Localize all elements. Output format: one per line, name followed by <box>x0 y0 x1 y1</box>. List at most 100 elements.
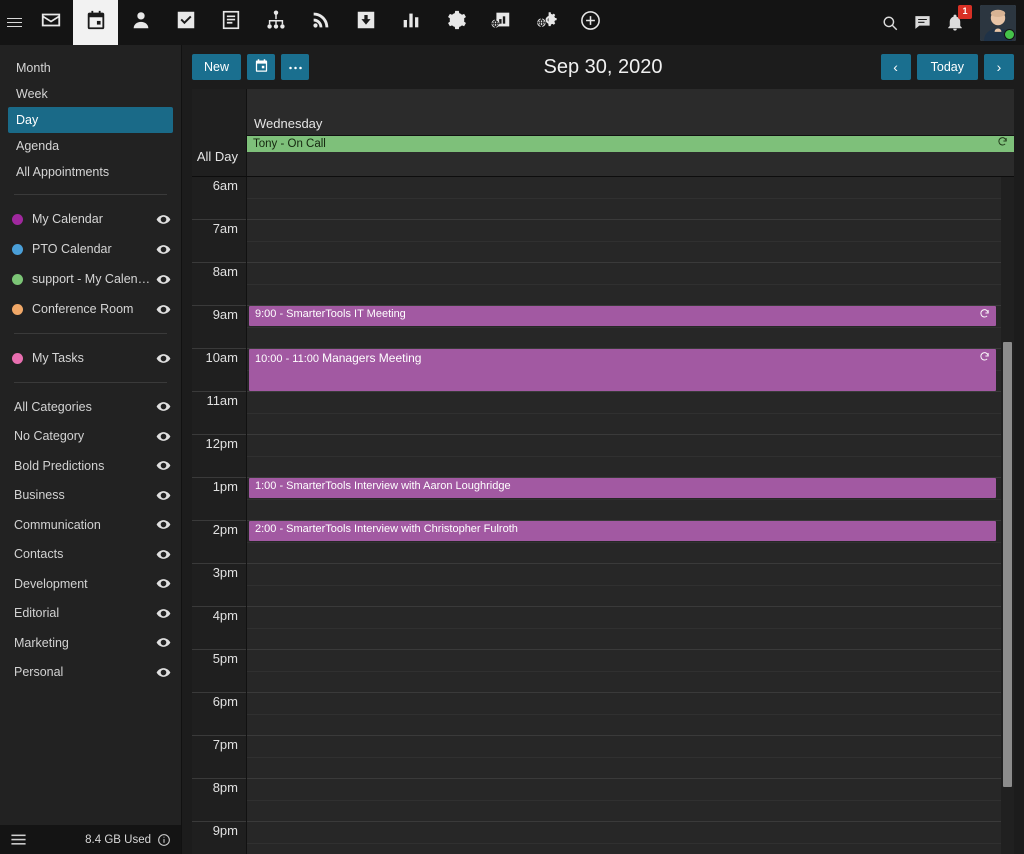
calendar-toolbar: New Sep 30, 2020 ‹ Today <box>182 45 1024 89</box>
previous-day-button[interactable]: ‹ <box>881 54 911 80</box>
chat-icon[interactable] <box>913 13 932 32</box>
hour-slot[interactable] <box>247 736 1014 779</box>
calendar-label: PTO Calendar <box>32 242 156 256</box>
visibility-eye-icon[interactable] <box>156 272 171 287</box>
nav-item-web-settings[interactable] <box>523 0 568 45</box>
sidebar-item-month[interactable]: Month <box>8 55 173 81</box>
nav-item-add-new[interactable] <box>568 0 613 45</box>
hour-slot[interactable] <box>247 607 1014 650</box>
visibility-eye-icon[interactable] <box>156 635 171 650</box>
event-title: Tony - On Call <box>253 136 993 152</box>
day-column[interactable]: 9:00 - SmarterTools IT Meeting 10:00 - 1… <box>247 177 1014 854</box>
hour-slot[interactable] <box>247 263 1014 306</box>
search-icon[interactable] <box>881 14 899 32</box>
visibility-eye-icon[interactable] <box>156 606 171 621</box>
nav-item-settings[interactable] <box>433 0 478 45</box>
hour-slot[interactable] <box>247 822 1014 854</box>
person-icon <box>130 9 152 36</box>
category-item-bold-predictions[interactable]: Bold Predictions <box>0 451 181 481</box>
top-navigation-bar: 1 <box>0 0 1024 45</box>
nav-item-feeds[interactable] <box>298 0 343 45</box>
today-button[interactable]: Today <box>917 54 978 80</box>
nav-item-file-storage[interactable] <box>343 0 388 45</box>
visibility-eye-icon[interactable] <box>156 458 171 473</box>
nav-item-mail[interactable] <box>28 0 73 45</box>
visibility-eye-icon[interactable] <box>156 351 171 366</box>
sidebar-item-all-appointments[interactable]: All Appointments <box>8 159 173 185</box>
sidebar-item-label: Agenda <box>16 139 59 153</box>
hamburger-menu-icon[interactable] <box>0 0 28 45</box>
visibility-eye-icon[interactable] <box>156 242 171 257</box>
category-label: Contacts <box>14 547 156 561</box>
visibility-eye-icon[interactable] <box>156 302 171 317</box>
category-item-no-category[interactable]: No Category <box>0 422 181 452</box>
calendar-event[interactable]: 9:00 - SmarterTools IT Meeting <box>249 306 996 326</box>
visibility-eye-icon[interactable] <box>156 488 171 503</box>
vertical-scrollbar[interactable] <box>1001 177 1014 854</box>
category-item-business[interactable]: Business <box>0 481 181 511</box>
category-item-all-categories[interactable]: All Categories <box>0 392 181 422</box>
nav-item-org-chart[interactable] <box>253 0 298 45</box>
gear-icon <box>445 9 467 36</box>
more-options-button[interactable] <box>281 54 309 80</box>
calendar-item-my-tasks[interactable]: My Tasks <box>0 343 181 373</box>
next-day-button[interactable]: › <box>984 54 1014 80</box>
hour-slot[interactable] <box>247 650 1014 693</box>
scrollbar-thumb[interactable] <box>1003 342 1012 787</box>
visibility-eye-icon[interactable] <box>156 665 171 680</box>
visibility-eye-icon[interactable] <box>156 547 171 562</box>
category-item-editorial[interactable]: Editorial <box>0 599 181 629</box>
calendar-icon <box>85 9 107 36</box>
category-label: Development <box>14 577 156 591</box>
hour-slot[interactable] <box>247 779 1014 822</box>
calendar-event[interactable]: 1:00 - SmarterTools Interview with Aaron… <box>249 478 996 498</box>
new-appointment-button[interactable]: New <box>192 54 241 80</box>
hour-slot[interactable] <box>247 564 1014 607</box>
nav-item-contacts[interactable] <box>118 0 163 45</box>
visibility-eye-icon[interactable] <box>156 517 171 532</box>
calendar-grid-container: Wednesday All Day Tony - On Call <box>182 89 1024 854</box>
list-icon[interactable] <box>10 831 27 848</box>
hour-slot[interactable] <box>247 693 1014 736</box>
all-day-event[interactable]: Tony - On Call <box>247 136 1014 152</box>
info-icon[interactable] <box>157 833 171 847</box>
sidebar-item-agenda[interactable]: Agenda <box>8 133 173 159</box>
all-day-events-area[interactable]: Tony - On Call <box>247 136 1014 176</box>
visibility-eye-icon[interactable] <box>156 399 171 414</box>
hour-slot[interactable] <box>247 435 1014 478</box>
date-picker-button[interactable] <box>247 54 275 80</box>
user-avatar[interactable] <box>980 5 1016 41</box>
category-item-development[interactable]: Development <box>0 569 181 599</box>
calendar-item-pto-calendar[interactable]: PTO Calendar <box>0 234 181 264</box>
calendar-event[interactable]: 2:00 - SmarterTools Interview with Chris… <box>249 521 996 541</box>
visibility-eye-icon[interactable] <box>156 429 171 444</box>
sidebar-item-day[interactable]: Day <box>8 107 173 133</box>
category-label: Editorial <box>14 606 156 620</box>
nav-item-notes[interactable] <box>208 0 253 45</box>
hour-label: 6am <box>192 177 246 220</box>
nav-item-tasks[interactable] <box>163 0 208 45</box>
notifications-bell-icon[interactable]: 1 <box>946 14 964 32</box>
category-item-contacts[interactable]: Contacts <box>0 540 181 570</box>
nav-item-calendar[interactable] <box>73 0 118 45</box>
hour-slot[interactable] <box>247 177 1014 220</box>
visibility-eye-icon[interactable] <box>156 212 171 227</box>
calendar-item-my-calendar[interactable]: My Calendar <box>0 204 181 234</box>
category-item-marketing[interactable]: Marketing <box>0 628 181 658</box>
hour-label: 4pm <box>192 607 246 650</box>
visibility-eye-icon[interactable] <box>156 576 171 591</box>
hour-slot[interactable] <box>247 392 1014 435</box>
category-item-communication[interactable]: Communication <box>0 510 181 540</box>
globe-panel-icon <box>490 9 512 36</box>
calendar-item-support[interactable]: support - My Calend… <box>0 264 181 294</box>
calendar-item-conference-room[interactable]: Conference Room <box>0 294 181 324</box>
nav-item-web-stats[interactable] <box>478 0 523 45</box>
nav-item-reports[interactable] <box>388 0 433 45</box>
calendar-event[interactable]: 10:00 - 11:00 Managers Meeting <box>249 349 996 391</box>
hour-slot[interactable] <box>247 220 1014 263</box>
hour-label: 8am <box>192 263 246 306</box>
hour-label: 10am <box>192 349 246 392</box>
sidebar-item-week[interactable]: Week <box>8 81 173 107</box>
category-item-personal[interactable]: Personal <box>0 658 181 688</box>
all-day-row: All Day Tony - On Call <box>192 136 1014 177</box>
